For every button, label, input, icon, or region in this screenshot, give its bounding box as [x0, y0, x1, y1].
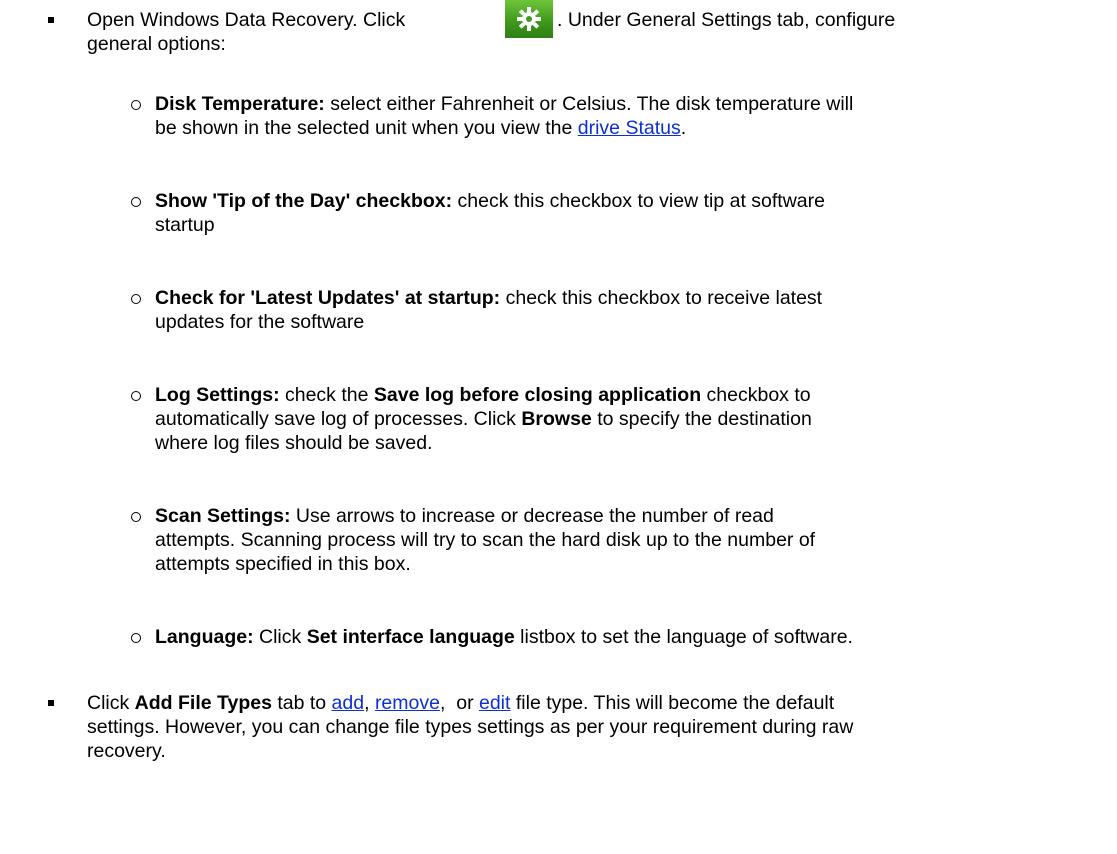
option-label: Check for 'Latest Updates' at startup:: [155, 287, 501, 309]
option-text: .: [680, 117, 687, 139]
option-text: automatically save log of processes. Cli…: [155, 408, 522, 430]
option-log-settings: Log Settings: check the Save log before …: [155, 383, 811, 407]
bullet-circle: [131, 512, 141, 522]
option-text: attempts specified in this box.: [155, 553, 411, 575]
step-text-cont: . Under General Settings tab, configure: [557, 9, 896, 31]
option-text: where log files should be saved.: [155, 432, 433, 454]
step-text: settings. However, you can change file t…: [87, 716, 854, 738]
settings-gear-icon: [505, 0, 553, 38]
step-text: recovery.: [87, 740, 166, 762]
step-open-app-line2: general options:: [87, 32, 226, 56]
bullet-circle: [131, 633, 141, 643]
bullet-square: [48, 700, 54, 706]
step-text: Click: [87, 692, 135, 714]
step-open-app-cont: . Under General Settings tab, configure: [557, 8, 895, 32]
option-disk-temperature: Disk Temperature: select either Fahrenhe…: [155, 92, 853, 116]
remove-link[interactable]: remove: [375, 692, 440, 714]
option-text: checkbox to: [701, 384, 811, 406]
option-tip-of-day: Show 'Tip of the Day' checkbox: check th…: [155, 189, 825, 213]
option-tip-of-day-line2: startup: [155, 213, 215, 237]
option-text: check this checkbox to view tip at softw…: [452, 190, 825, 212]
add-link[interactable]: add: [332, 692, 365, 714]
bullet-circle: [131, 391, 141, 401]
option-text: be shown in the selected unit when you v…: [155, 117, 578, 139]
step-text-line2: general options:: [87, 33, 226, 55]
bullet-circle: [131, 197, 141, 207]
option-label: Scan Settings:: [155, 505, 291, 527]
option-text: Use arrows to increase or decrease the n…: [290, 505, 774, 527]
option-language: Language: Click Set interface language l…: [155, 625, 853, 649]
browse-label: Browse: [521, 408, 592, 430]
drive-status-link[interactable]: drive Status: [578, 117, 681, 139]
bullet-square: [48, 17, 54, 23]
option-label: Disk Temperature:: [155, 93, 325, 115]
option-text: check the: [279, 384, 374, 406]
step-text: ,: [364, 692, 375, 714]
option-text: check this checkbox to receive latest: [500, 287, 823, 309]
step-add-file-types-line2: settings. However, you can change file t…: [87, 715, 853, 739]
option-latest-updates: Check for 'Latest Updates' at startup: c…: [155, 286, 822, 310]
option-text: attempts. Scanning process will try to s…: [155, 529, 816, 551]
option-scan-settings-line3: attempts specified in this box.: [155, 552, 411, 576]
option-latest-updates-line2: updates for the software: [155, 310, 364, 334]
option-label: Language:: [155, 626, 254, 648]
bullet-circle: [131, 294, 141, 304]
edit-link[interactable]: edit: [479, 692, 510, 714]
option-text: Click: [253, 626, 307, 648]
step-text: file type. This will become the default: [510, 692, 835, 714]
step-text: , or: [439, 692, 479, 714]
option-disk-temperature-line2: be shown in the selected unit when you v…: [155, 116, 686, 140]
set-interface-language-label: Set interface language: [306, 626, 515, 648]
option-text: listbox to set the language of software.: [514, 626, 853, 648]
save-log-label: Save log before closing application: [373, 384, 702, 406]
add-file-types-label: Add File Types: [134, 692, 272, 714]
option-label: Show 'Tip of the Day' checkbox:: [155, 190, 453, 212]
option-log-settings-line2: automatically save log of processes. Cli…: [155, 407, 812, 431]
option-scan-settings: Scan Settings: Use arrows to increase or…: [155, 504, 774, 528]
option-label: Log Settings:: [155, 384, 280, 406]
step-text: tab to: [271, 692, 332, 714]
option-scan-settings-line2: attempts. Scanning process will try to s…: [155, 528, 815, 552]
option-text: select either Fahrenheit or Celsius. The…: [324, 93, 854, 115]
option-text: startup: [155, 214, 215, 236]
option-log-settings-line3: where log files should be saved.: [155, 431, 433, 455]
option-text: to specify the destination: [591, 408, 812, 430]
step-add-file-types-line3: recovery.: [87, 739, 166, 763]
option-text: updates for the software: [155, 311, 365, 333]
bullet-circle: [131, 100, 141, 110]
step-text: Open Windows Data Recovery. Click: [87, 9, 406, 31]
step-add-file-types: Click Add File Types tab to add, remove,…: [87, 691, 834, 715]
